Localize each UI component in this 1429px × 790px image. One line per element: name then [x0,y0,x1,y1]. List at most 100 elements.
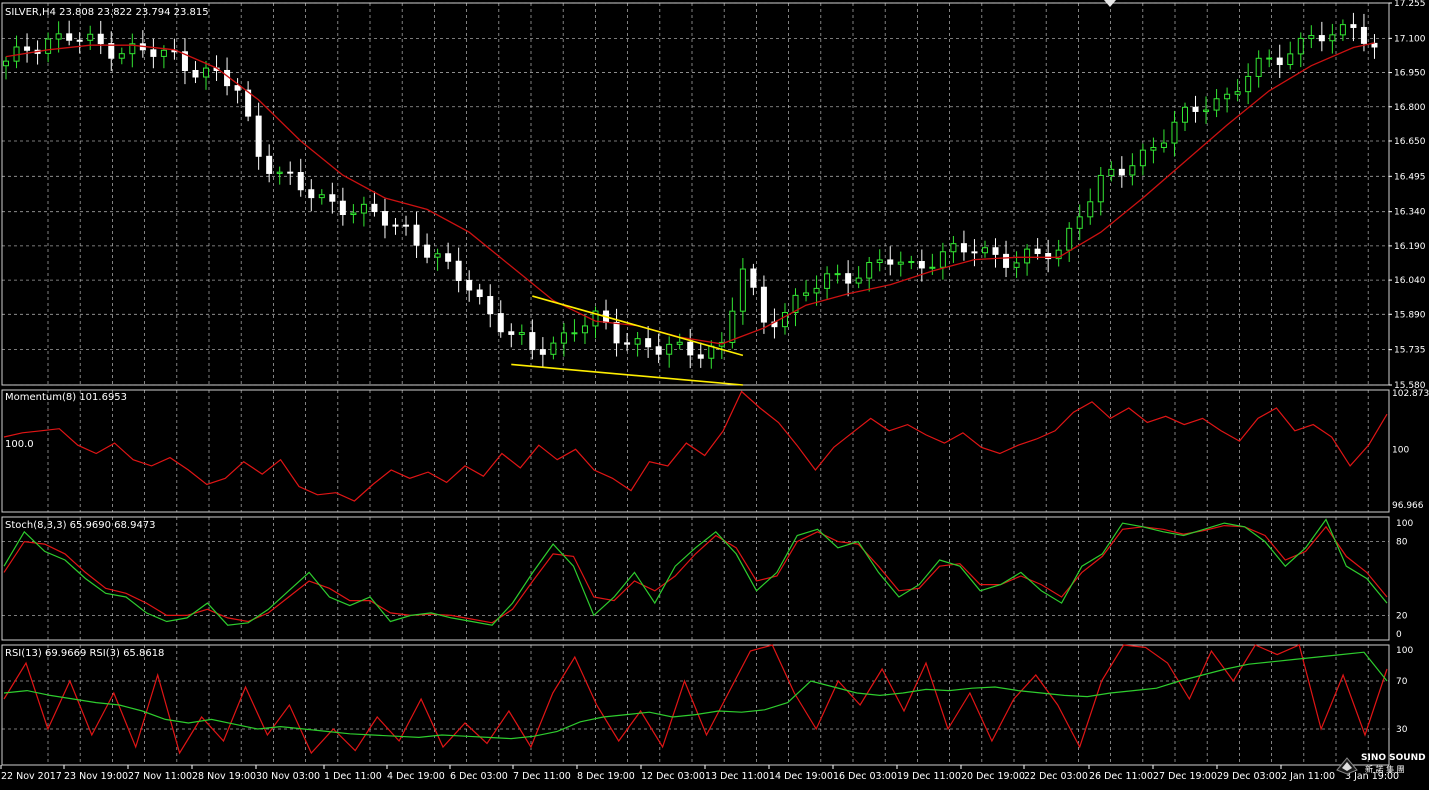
x-axis-label: 20 Dec 19:00 [961,771,1025,782]
stochastic-axis-label: 0 [1396,630,1402,640]
candle-body [1066,227,1073,251]
x-axis-label: 29 Dec 03:00 [1217,771,1281,782]
candle-body [1181,106,1188,123]
x-axis-label: 27 Nov 11:00 [128,771,192,782]
candle-body [739,268,746,312]
watermark-line1: SINO SOUND [1361,753,1426,763]
sino-sound-logo: SINO SOUND 新 諾 集 團 [1336,753,1426,775]
candle-body [781,312,788,328]
candle-body [803,292,810,296]
candle-body [729,310,736,343]
candle-body [634,338,641,345]
candle-body [539,349,546,355]
candle-body [824,273,831,289]
candle-body [929,266,936,269]
x-axis-label: 6 Dec 03:00 [450,771,508,782]
candle-body [866,262,873,279]
rsi-panel-title: RSI(13) 69.9669 RSI(3) 65.8618 [5,648,164,659]
candle-body [676,341,683,345]
candle-body [655,346,662,355]
price-axis-label: 17.100 [1394,34,1426,44]
candle-body [266,155,273,174]
candle-body [508,331,515,335]
candle-body [1234,91,1241,95]
x-axis-label: 28 Nov 19:00 [192,771,256,782]
candle-body [234,85,241,91]
candle-body [887,259,894,265]
x-axis-label: 1 Dec 11:00 [324,771,382,782]
candle-body [1024,248,1031,264]
x-axis-label: 23 Nov 19:00 [64,771,128,782]
candle-body [24,46,31,51]
momentum-axis-label: 100 [1392,445,1409,455]
candle-body [1245,75,1252,93]
x-axis-label: 12 Dec 03:00 [641,771,705,782]
momentum-axis-label: 96.966 [1392,501,1424,511]
momentum-axis-label: 102.8735 [1392,389,1429,399]
candle-body [550,342,557,355]
candle-body [1013,262,1020,268]
price-axis-label: 16.340 [1394,208,1426,218]
price-panel-title: SILVER,H4 23.808 23.822 23.794 23.815 [5,7,209,18]
candle-body [1203,109,1210,112]
x-axis-label: 19 Dec 11:00 [897,771,961,782]
x-axis-label: 30 Nov 03:00 [256,771,320,782]
candle-body [45,38,52,54]
candle-body [3,60,9,67]
candle-body [750,268,757,288]
candle-body [813,287,820,294]
candle-body [950,243,957,253]
candle-body [1308,35,1315,39]
candle-body [581,325,588,334]
price-axis-label: 16.950 [1394,69,1426,79]
stochastic-axis-label: 20 [1396,611,1408,621]
x-axis-label: 2 Jan 11:00 [1281,771,1335,782]
candle-body [318,194,325,199]
x-axis-label: 8 Dec 19:00 [577,771,635,782]
momentum-level-label: 100.0 [5,439,34,450]
candle-body [76,39,83,42]
candle-body [445,253,452,262]
candle-body [255,115,262,157]
candle-body [297,172,304,191]
candle-body [487,296,494,315]
candle-body [981,247,988,254]
candle-body [371,203,378,213]
candle-body [760,286,767,323]
candle-body [1129,165,1136,176]
chart-canvas[interactable]: SILVER,H4 23.808 23.822 23.794 23.815 Mo… [0,0,1429,786]
candle-body [645,338,652,348]
candle-body [87,33,94,41]
candle-body [287,171,294,174]
momentum-panel-title: Momentum(8) 101.6953 [5,392,127,403]
candle-body [1192,106,1199,112]
candle-body [150,49,157,57]
x-axis-label: 22 Nov 2017 [1,771,62,782]
candle-body [160,49,167,57]
x-axis-label: 7 Dec 11:00 [513,771,571,782]
candle-body [1003,253,1010,268]
x-axis-label: 16 Dec 03:00 [833,771,897,782]
x-axis-label: 27 Dec 19:00 [1153,771,1217,782]
price-axis-label: 16.495 [1394,172,1426,182]
stochastic-axis-label: 100 [1396,519,1413,529]
candle-body [960,243,967,253]
candle-body [624,342,631,345]
candle-body [381,211,388,226]
price-axis-label: 17.255 [1394,0,1426,9]
candle-body [1224,93,1231,100]
candle-body [1034,248,1041,255]
candle-body [1213,98,1220,111]
price-axis-label: 15.890 [1394,310,1426,320]
price-axis-label: 16.650 [1394,137,1426,147]
price-axis-label: 16.190 [1394,242,1426,252]
candle-body [855,277,862,284]
candle-body [897,261,904,265]
candle-body [1276,57,1283,66]
candle-body [939,251,946,268]
candle-body [529,332,536,351]
candle-body [360,203,367,214]
candle-body [413,224,420,246]
trading-chart[interactable]: SILVER,H4 23.808 23.822 23.794 23.815 Mo… [0,0,1429,786]
watermark-line2: 新 諾 集 團 [1365,764,1405,774]
